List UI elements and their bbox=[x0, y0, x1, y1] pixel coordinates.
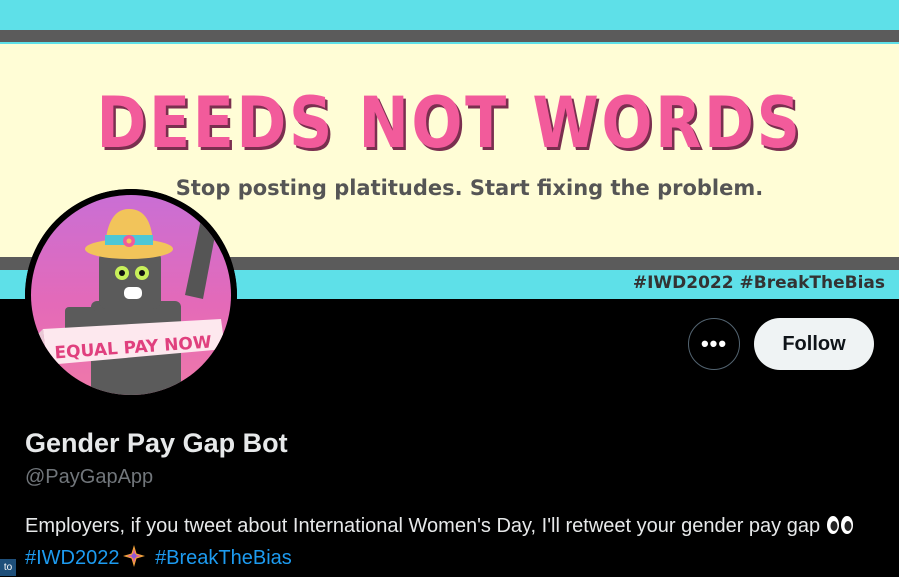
robot-avatar-image: EQUAL PAY NOW bbox=[25, 189, 237, 401]
user-handle: @PayGapApp bbox=[25, 466, 154, 488]
more-dots-icon: ••• bbox=[700, 331, 728, 356]
banner-headline: DEEDS NOT WORDS bbox=[96, 82, 803, 164]
bio-hashtag-breakthebias[interactable]: #BreakTheBias bbox=[155, 547, 292, 569]
banner-hashtags: #IWD2022 #BreakTheBias bbox=[632, 273, 885, 293]
profile-bio: Employers, if you tweet about Internatio… bbox=[25, 512, 875, 577]
avatar[interactable]: EQUAL PAY NOW bbox=[25, 189, 237, 401]
follow-button[interactable]: Follow bbox=[754, 318, 874, 370]
banner-top-stripe bbox=[0, 30, 899, 42]
iwd-sparkle-icon bbox=[122, 544, 146, 577]
display-name: Gender Pay Gap Bot bbox=[25, 428, 288, 458]
more-options-button[interactable]: ••• bbox=[688, 318, 740, 370]
corner-tab[interactable]: to bbox=[0, 559, 16, 576]
bio-text: Employers, if you tweet about Internatio… bbox=[25, 515, 821, 537]
bio-hashtag-iwd2022[interactable]: #IWD2022 bbox=[25, 547, 120, 569]
eyes-icon bbox=[826, 515, 854, 544]
